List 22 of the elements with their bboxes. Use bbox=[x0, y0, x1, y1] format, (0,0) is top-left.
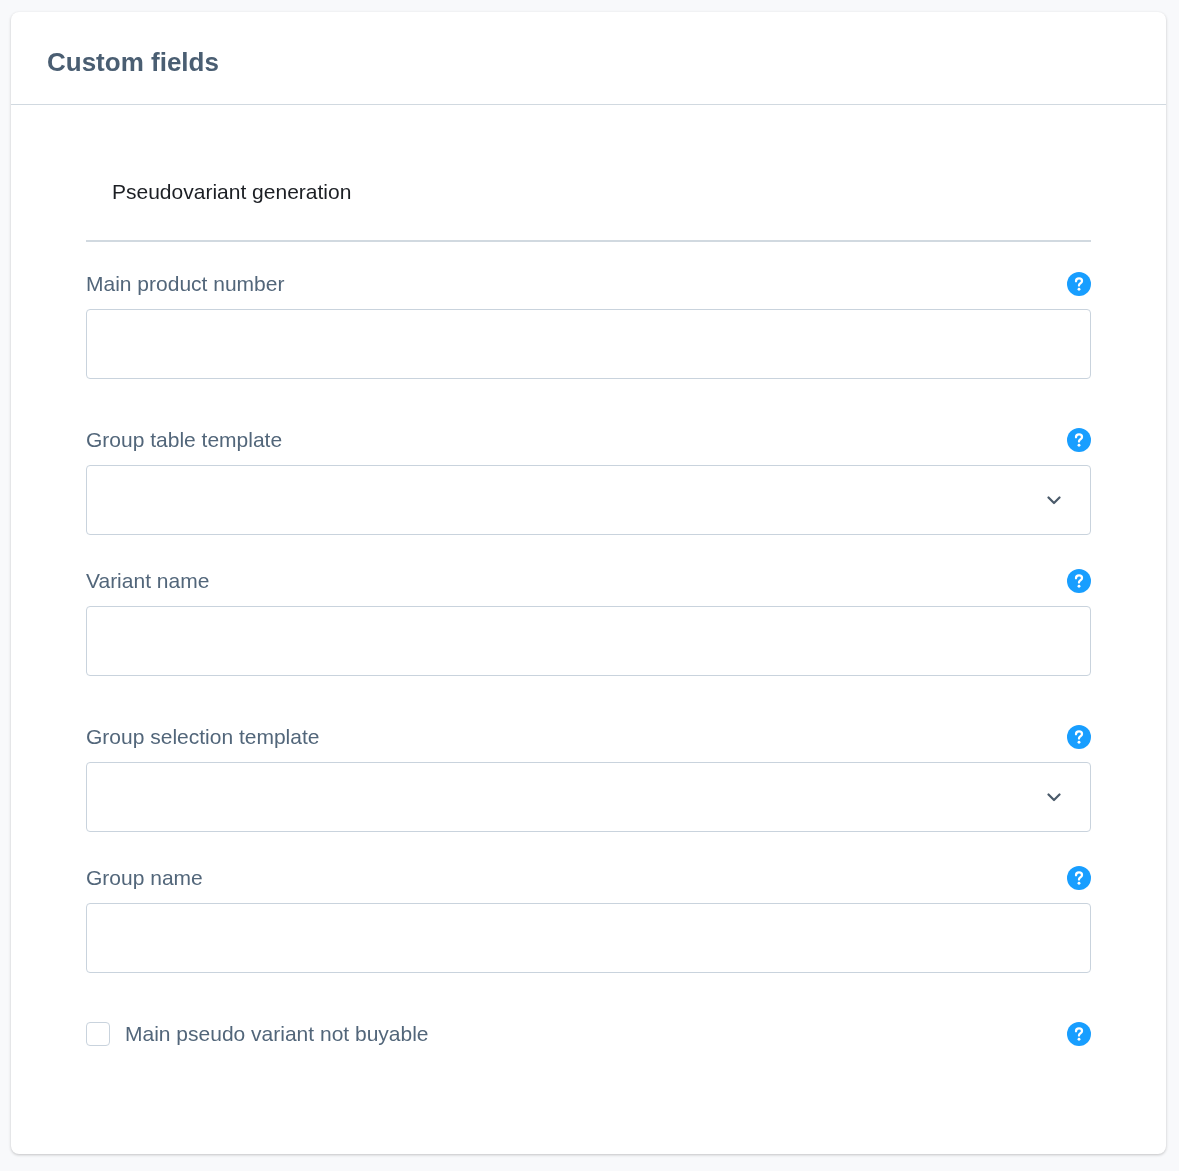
chevron-down-icon bbox=[1047, 495, 1061, 505]
help-icon[interactable] bbox=[1067, 272, 1091, 296]
chevron-down-icon bbox=[1047, 792, 1061, 802]
text-input[interactable] bbox=[86, 903, 1091, 973]
help-icon[interactable] bbox=[1067, 428, 1091, 452]
checkbox[interactable] bbox=[86, 1022, 110, 1046]
text-input[interactable] bbox=[86, 606, 1091, 676]
help-icon[interactable] bbox=[1067, 866, 1091, 890]
select-field[interactable] bbox=[86, 465, 1091, 535]
text-input[interactable] bbox=[86, 309, 1091, 379]
help-icon[interactable] bbox=[1067, 569, 1091, 593]
card-title: Custom fields bbox=[47, 46, 219, 78]
field-label: Main product number bbox=[86, 272, 285, 296]
help-icon[interactable] bbox=[1067, 1022, 1091, 1046]
field-label: Group name bbox=[86, 866, 203, 890]
field-label: Variant name bbox=[86, 569, 210, 593]
field-label: Group table template bbox=[86, 428, 283, 452]
select-field[interactable] bbox=[86, 762, 1091, 832]
checkbox-label: Main pseudo variant not buyable bbox=[125, 1022, 429, 1046]
tab[interactable]: Pseudovariant generation bbox=[112, 180, 352, 204]
field-label: Group selection template bbox=[86, 725, 320, 749]
help-icon[interactable] bbox=[1067, 725, 1091, 749]
